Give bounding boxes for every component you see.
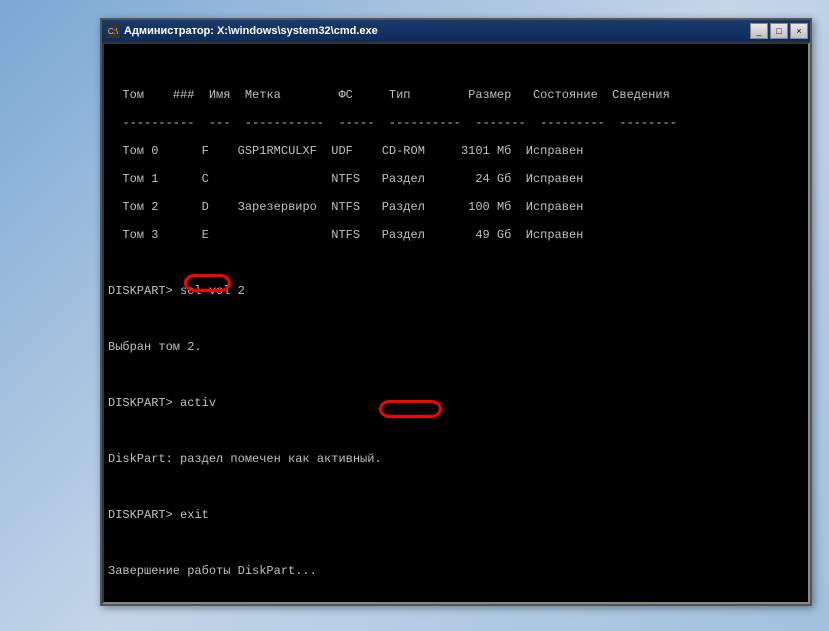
cmd-icon: C:\ bbox=[106, 24, 120, 38]
activ-result: DiskPart: раздел помечен как активный. bbox=[108, 452, 804, 466]
table-row: Том 3 E NTFS Раздел 49 Gб Исправен bbox=[108, 228, 804, 242]
table-row: Том 1 C NTFS Раздел 24 Gб Исправен bbox=[108, 172, 804, 186]
cmd-selvol: DISKPART> sel vol 2 bbox=[108, 284, 804, 298]
exit-result: Завершение работы DiskPart... bbox=[108, 564, 804, 578]
cmd-exit: DISKPART> exit bbox=[108, 508, 804, 522]
window-controls: _ □ × bbox=[750, 23, 808, 39]
terminal-output[interactable]: Том ### Имя Метка ФС Тип Размер Состояни… bbox=[102, 42, 810, 604]
window-title: Администратор: X:\windows\system32\cmd.e… bbox=[124, 25, 750, 37]
divider: ---------- --- ----------- ----- -------… bbox=[108, 116, 804, 130]
table-row: Том 0 F GSP1RMCULXF UDF CD-ROM 3101 Мб И… bbox=[108, 144, 804, 158]
table-row: Том 2 D Зарезервиро NTFS Раздел 100 Мб И… bbox=[108, 200, 804, 214]
close-button[interactable]: × bbox=[790, 23, 808, 39]
header-row: Том ### Имя Метка ФС Тип Размер Состояни… bbox=[108, 88, 804, 102]
titlebar[interactable]: C:\ Администратор: X:\windows\system32\c… bbox=[102, 20, 810, 42]
cmd-activ: DISKPART> activ bbox=[108, 396, 804, 410]
maximize-button[interactable]: □ bbox=[770, 23, 788, 39]
cmd-window: C:\ Администратор: X:\windows\system32\c… bbox=[100, 18, 812, 606]
minimize-button[interactable]: _ bbox=[750, 23, 768, 39]
selvol-result: Выбран том 2. bbox=[108, 340, 804, 354]
